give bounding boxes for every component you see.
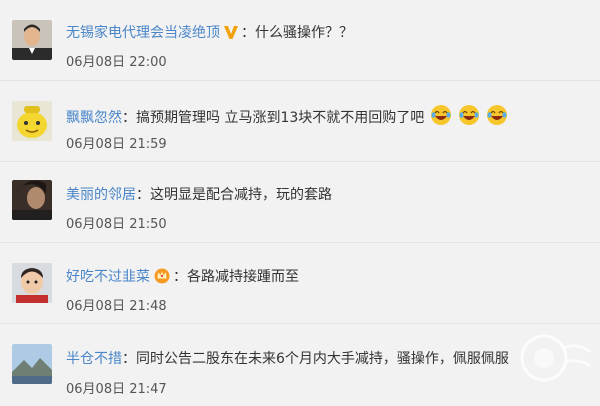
comment-text: 各路减持接踵而至 (187, 269, 299, 285)
comment-separator: ： (122, 351, 136, 367)
comment-item: 好吃不过韭菜 ：各路减持接踵而至 06月08日 21:48 (0, 243, 600, 324)
comment-list: 无锡家电代理会当凌绝顶 ：什么骚操作？？ 06月08日 22:00 飘飘忽然：搞预… (0, 0, 600, 406)
comment-text: 同时公告二股东在未来6个月内大手减持，骚操作，佩服佩服 (136, 351, 509, 367)
comment-text: 这明显是配合减持，玩的套路 (150, 187, 332, 203)
comment-username[interactable]: 美丽的邻居 (66, 187, 136, 203)
comment-time: 06月08日 21:59 (66, 137, 167, 152)
comment-text: 什么骚操作？？ (255, 25, 353, 41)
comment-separator: ： (173, 269, 187, 285)
verified-v-icon (223, 24, 239, 46)
avatar-landscape-icon[interactable] (12, 344, 52, 384)
avatar-man-suit-icon[interactable] (12, 20, 52, 60)
comment-item: 美丽的邻居：这明显是配合减持，玩的套路 06月08日 21:50 (0, 162, 600, 243)
crown-badge-icon (153, 266, 171, 290)
laugh-cry-emoji (486, 104, 508, 132)
laugh-cry-emoji (458, 104, 480, 132)
laugh-cry-emoji (430, 104, 452, 132)
comment-separator: ： (136, 187, 150, 203)
comment-username[interactable]: 飘飘忽然 (66, 110, 122, 126)
comment-username[interactable]: 半仓不措 (66, 351, 122, 367)
comment-item: 飘飘忽然：搞预期管理吗 立马涨到13块不就不用回购了吧 06月08日 21:59 (0, 81, 600, 162)
avatar-yellow-cartoon-icon[interactable] (12, 101, 52, 141)
comment-time: 06月08日 21:47 (66, 382, 167, 397)
watermark-logo-icon (516, 328, 594, 392)
comment-username[interactable]: 无锡家电代理会当凌绝顶 (66, 25, 220, 41)
comment-username[interactable]: 好吃不过韭菜 (66, 269, 150, 285)
comment-time: 06月08日 21:48 (66, 299, 167, 314)
comment-item: 半仓不措：同时公告二股东在未来6个月内大手减持，骚操作，佩服佩服 06月08日 … (0, 324, 600, 405)
comment-item: 无锡家电代理会当凌绝顶 ：什么骚操作？？ 06月08日 22:00 (0, 0, 600, 81)
avatar-dark-photo-icon[interactable] (12, 180, 52, 220)
comment-separator: ： (122, 110, 136, 126)
avatar-child-icon[interactable] (12, 263, 52, 303)
comment-time: 06月08日 22:00 (66, 55, 167, 70)
comment-separator: ： (241, 25, 255, 41)
comment-time: 06月08日 21:50 (66, 217, 167, 232)
comment-text: 搞预期管理吗 立马涨到13块不就不用回购了吧 (136, 110, 425, 126)
